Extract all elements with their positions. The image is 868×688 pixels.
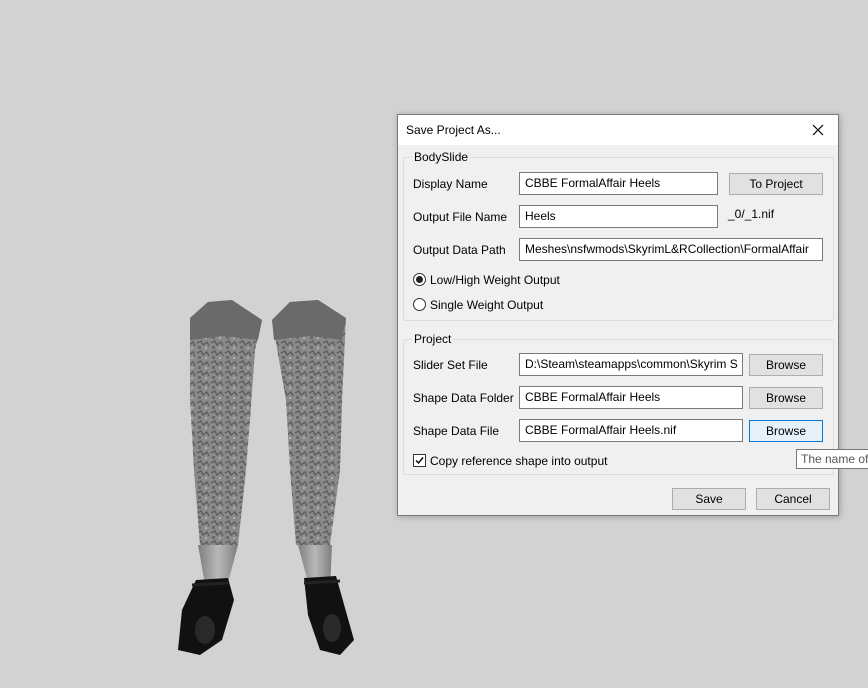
browse-slider-set-button[interactable]: Browse — [749, 354, 823, 376]
bodyslide-group-label: BodySlide — [412, 150, 471, 164]
slider-set-file-input[interactable]: D:\Steam\steamapps\common\Skyrim S — [519, 353, 743, 376]
copy-reference-checkbox[interactable] — [413, 454, 426, 467]
dialog-titlebar[interactable]: Save Project As... — [398, 115, 838, 145]
browse-shape-folder-button[interactable]: Browse — [749, 387, 823, 409]
save-button[interactable]: Save — [672, 488, 746, 510]
output-data-path-input[interactable]: Meshes\nsfwmods\SkyrimL&RCollection\Form… — [519, 238, 823, 261]
single-weight-radio[interactable] — [413, 298, 426, 311]
shape-data-folder-label: Shape Data Folder — [413, 391, 514, 405]
close-icon — [812, 124, 824, 136]
left-leg — [178, 300, 262, 655]
project-group-label: Project — [412, 332, 454, 346]
save-project-dialog: Save Project As... BodySlide Display Nam… — [397, 114, 839, 516]
checkmark-icon — [415, 457, 424, 465]
close-button[interactable] — [798, 115, 838, 145]
right-leg — [272, 300, 354, 655]
single-weight-label[interactable]: Single Weight Output — [430, 298, 543, 312]
cancel-button[interactable]: Cancel — [756, 488, 830, 510]
output-data-path-label: Output Data Path — [413, 243, 506, 257]
low-high-weight-label[interactable]: Low/High Weight Output — [430, 273, 560, 287]
display-name-label: Display Name — [413, 177, 488, 191]
output-file-name-input[interactable]: Heels — [519, 205, 718, 228]
output-suffix-label: _0/_1.nif — [728, 207, 775, 221]
shape-data-folder-input[interactable]: CBBE FormalAffair Heels — [519, 386, 743, 409]
browse-shape-file-button[interactable]: Browse — [749, 420, 823, 442]
copy-reference-label[interactable]: Copy reference shape into output — [430, 454, 607, 468]
low-high-weight-radio[interactable] — [413, 273, 426, 286]
shape-data-file-input[interactable]: CBBE FormalAffair Heels.nif — [519, 419, 743, 442]
slider-set-file-label: Slider Set File — [413, 358, 488, 372]
tooltip: The name of — [796, 449, 868, 469]
dialog-title: Save Project As... — [406, 123, 501, 137]
to-project-button[interactable]: To Project — [729, 173, 823, 195]
display-name-input[interactable]: CBBE FormalAffair Heels — [519, 172, 718, 195]
output-file-name-label: Output File Name — [413, 210, 508, 224]
shape-data-file-label: Shape Data File — [413, 424, 500, 438]
